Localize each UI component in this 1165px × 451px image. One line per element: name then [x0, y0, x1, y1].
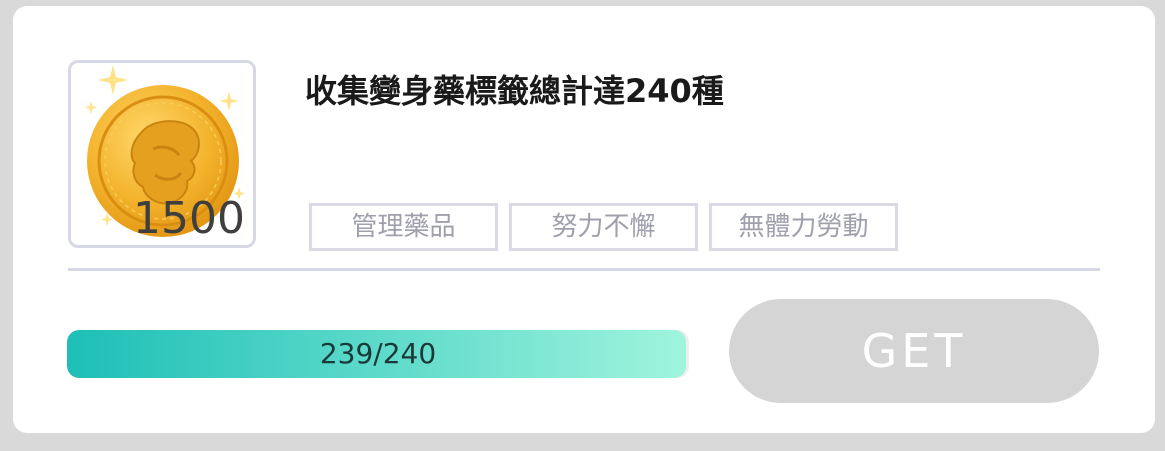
- reward-item: 1500: [68, 60, 256, 248]
- divider: [68, 268, 1100, 271]
- reward-amount: 1500: [133, 193, 245, 244]
- progress-bar: 239/240: [67, 330, 689, 378]
- tag-label: 管理藥品: [309, 203, 498, 251]
- mission-card: 1500 收集變身藥標籤總計達240種 管理藥品 努力不懈 無體力勞動 239/…: [13, 6, 1155, 433]
- get-button[interactable]: GET: [729, 299, 1099, 403]
- tag-label: 無體力勞動: [709, 203, 898, 251]
- mission-title: 收集變身藥標籤總計達240種: [305, 72, 724, 110]
- mission-tags: 管理藥品 努力不懈 無體力勞動: [309, 203, 898, 251]
- progress-text: 239/240: [319, 337, 437, 370]
- tag-label: 努力不懈: [509, 203, 698, 251]
